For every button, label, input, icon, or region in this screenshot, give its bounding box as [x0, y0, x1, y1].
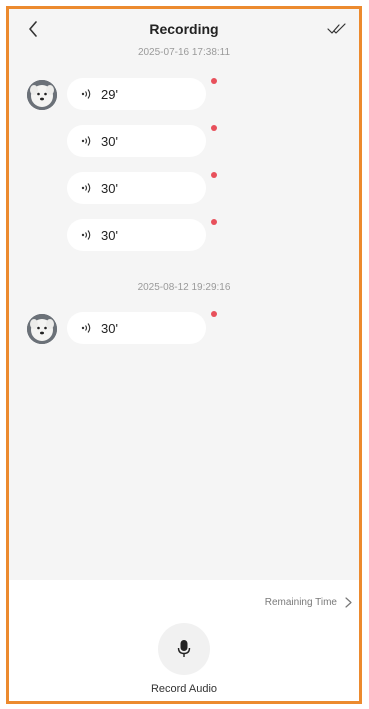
unread-dot [211, 219, 217, 225]
voice-wave-icon [81, 134, 93, 148]
duration-label: 30' [101, 227, 118, 243]
avatar[interactable] [27, 314, 57, 344]
duration-label: 30' [101, 320, 118, 336]
record-audio-label: Record Audio [150, 683, 218, 695]
voice-message[interactable]: 30' [67, 125, 206, 157]
mark-all-read-button[interactable] [325, 19, 349, 39]
avatar[interactable] [27, 80, 57, 110]
voice-message[interactable]: 30' [67, 219, 206, 251]
remaining-time-link[interactable]: Remaining Time [265, 596, 353, 608]
record-panel: Remaining Time Record Audio [9, 580, 359, 701]
duration-label: 29' [101, 86, 118, 102]
page-title: Recording [149, 21, 219, 37]
duration-label: 30' [101, 180, 118, 196]
timestamp: 2025-07-16 17:38:11 [137, 47, 231, 58]
chevron-right-icon [345, 596, 353, 608]
voice-wave-icon [81, 87, 93, 101]
voice-wave-icon [81, 181, 93, 195]
app-frame: Recording 2025-07-16 17:38:11 29' 30' 30… [6, 6, 362, 704]
record-audio-button[interactable] [158, 623, 210, 675]
double-check-icon [327, 23, 346, 34]
dog-avatar-icon [27, 314, 57, 344]
voice-message[interactable]: 29' [67, 78, 206, 110]
unread-dot [211, 78, 217, 84]
voice-wave-icon [81, 228, 93, 242]
voice-message[interactable]: 30' [67, 172, 206, 204]
unread-dot [211, 125, 217, 131]
microphone-icon [177, 640, 191, 657]
remaining-time-label: Remaining Time [264, 596, 337, 608]
unread-dot [211, 172, 217, 178]
duration-label: 30' [101, 133, 118, 149]
dog-avatar-icon [27, 80, 57, 110]
timestamp: 2025-08-12 19:29:16 [137, 282, 231, 293]
unread-dot [211, 311, 217, 317]
voice-message[interactable]: 30' [67, 312, 206, 344]
voice-wave-icon [81, 321, 93, 335]
